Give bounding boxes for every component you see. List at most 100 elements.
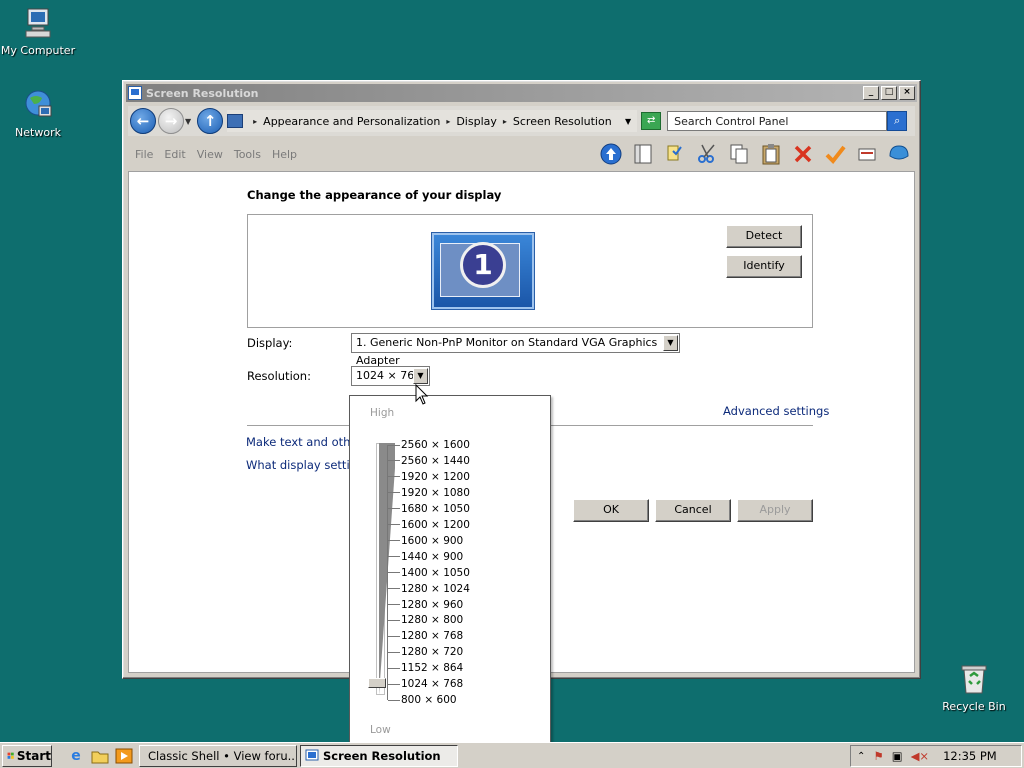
menu-file[interactable]: File (135, 148, 153, 161)
resolution-option[interactable]: 1024 × 768 (388, 677, 463, 691)
resolution-option-label: 1280 × 800 (401, 614, 464, 627)
delete-icon[interactable] (791, 142, 815, 166)
resolution-option[interactable]: 800 × 600 (388, 693, 457, 707)
checkmark-icon[interactable] (823, 142, 847, 166)
identify-button[interactable]: Identify (726, 255, 802, 278)
back-arrow-icon[interactable]: ← (130, 108, 156, 134)
page-title: Change the appearance of your display (247, 188, 502, 202)
shell-icon[interactable] (887, 142, 911, 166)
slider-tick (388, 588, 400, 590)
resolution-option[interactable]: 1920 × 1080 (388, 486, 470, 500)
resolution-option[interactable]: 2560 × 1600 (388, 438, 470, 452)
resolution-option-label: 800 × 600 (401, 694, 457, 707)
desktop-icon-my-computer[interactable]: My Computer (0, 6, 78, 57)
resolution-option[interactable]: 1600 × 1200 (388, 518, 470, 532)
address-dropdown-icon[interactable]: ▼ (625, 117, 631, 126)
menu-edit[interactable]: Edit (164, 148, 185, 161)
monitor-1-icon[interactable]: 1 (432, 233, 534, 309)
resolution-option[interactable]: 1152 × 864 (388, 661, 463, 675)
tray-expand-icon[interactable]: ⌃ (857, 751, 865, 762)
properties-icon[interactable] (855, 142, 879, 166)
recycle-bin-icon (957, 662, 991, 696)
taskbar-item-label: Classic Shell • View foru... (148, 748, 297, 763)
address-bar[interactable]: ▸ Appearance and Personalization ▸ Displ… (227, 110, 638, 132)
ok-button[interactable]: OK (573, 499, 649, 522)
paste-icon[interactable] (759, 142, 783, 166)
monitor-preview-box: 1 Detect Identify (247, 214, 813, 328)
history-dropdown-icon[interactable]: ▼ (185, 117, 191, 126)
advanced-settings-link[interactable]: Advanced settings (723, 404, 829, 418)
breadcrumb-separator-icon[interactable]: ▸ (446, 117, 450, 126)
media-player-icon[interactable] (112, 745, 136, 767)
view-options-icon[interactable] (663, 142, 687, 166)
folder-icon[interactable] (88, 745, 112, 767)
clock[interactable]: 12:35 PM (943, 749, 997, 763)
minimize-button[interactable]: _ (863, 86, 879, 100)
refresh-icon[interactable]: ⇄ (641, 112, 662, 130)
resolution-option[interactable]: 1280 × 1024 (388, 582, 470, 596)
close-button[interactable]: × (899, 86, 915, 100)
detect-button[interactable]: Detect (726, 225, 802, 248)
breadcrumb-item[interactable]: Appearance and Personalization (263, 115, 440, 128)
slider-tick (388, 619, 400, 621)
taskbar-item-label: Screen Resolution (323, 748, 441, 763)
cancel-button[interactable]: Cancel (655, 499, 731, 522)
resolution-option[interactable]: 1600 × 900 (388, 534, 463, 548)
resolution-option-label: 1152 × 864 (401, 662, 464, 675)
taskbar: Start e Classic Shell • View foru... Scr… (0, 742, 1024, 768)
resolution-option[interactable]: 1280 × 768 (388, 629, 463, 643)
resolution-option[interactable]: 1280 × 960 (388, 598, 463, 612)
resolution-label: Resolution: (247, 369, 311, 383)
desktop-icon-network[interactable]: Network (0, 88, 78, 139)
resolution-option[interactable]: 1680 × 1050 (388, 502, 470, 516)
resolution-option[interactable]: 1280 × 720 (388, 645, 463, 659)
resolution-option-label: 1280 × 768 (401, 630, 464, 643)
resolution-option-label: 2560 × 1600 (401, 439, 470, 451)
breadcrumb-item[interactable]: Display (456, 115, 497, 128)
cut-icon[interactable] (695, 142, 719, 166)
forward-arrow-icon[interactable]: → (158, 108, 184, 134)
internet-explorer-icon[interactable]: e (64, 745, 88, 767)
up-arrow-icon[interactable]: ↑ (197, 108, 224, 134)
chevron-down-icon[interactable]: ▼ (663, 335, 678, 351)
slider-tick (388, 667, 400, 669)
resolution-option[interactable]: 1920 × 1200 (388, 470, 470, 484)
breadcrumb-item[interactable]: Screen Resolution (513, 115, 612, 128)
slider-thumb[interactable] (368, 678, 386, 688)
resolution-option[interactable]: 1280 × 800 (388, 613, 463, 627)
resolution-option[interactable]: 2560 × 1440 (388, 454, 470, 468)
desktop-icon-recycle-bin[interactable]: Recycle Bin (934, 662, 1014, 713)
volume-muted-icon[interactable]: ◀× (911, 749, 929, 763)
breadcrumb-separator-icon[interactable]: ▸ (253, 117, 257, 126)
slider-tick (388, 476, 400, 478)
start-button[interactable]: Start (2, 744, 52, 767)
taskbar-item-screen-resolution[interactable]: Screen Resolution (300, 744, 458, 767)
control-panel-icon (227, 114, 244, 128)
title-bar[interactable]: Screen Resolution _ □ × (126, 84, 917, 102)
display-select[interactable]: 1. Generic Non-PnP Monitor on Standard V… (351, 333, 680, 367)
slider-tick (388, 635, 400, 637)
slider-tick (388, 683, 400, 685)
resolution-option-label: 1400 × 1050 (401, 566, 470, 579)
menu-view[interactable]: View (197, 148, 223, 161)
resolution-option[interactable]: 1440 × 900 (388, 550, 463, 564)
resolution-select[interactable]: 1024 × 768 ▼ (351, 366, 430, 386)
slider-tick (388, 699, 400, 701)
maximize-button[interactable]: □ (881, 86, 897, 100)
network-status-icon[interactable]: ▣ (892, 749, 903, 763)
up-folder-icon[interactable] (599, 142, 623, 166)
taskbar-item-chrome[interactable]: Classic Shell • View foru... (139, 744, 297, 767)
copy-icon[interactable] (727, 142, 751, 166)
chevron-down-icon[interactable]: ▼ (413, 368, 428, 384)
slider-tick (388, 604, 400, 605)
search-input[interactable]: Search Control Panel (667, 111, 888, 131)
computer-icon (21, 6, 55, 40)
folders-pane-icon[interactable] (631, 142, 655, 166)
menu-help[interactable]: Help (272, 148, 297, 161)
action-center-flag-icon[interactable]: ⚑ (873, 749, 883, 763)
search-icon[interactable]: ⌕ (887, 111, 908, 131)
resolution-option[interactable]: 1400 × 1050 (388, 566, 470, 580)
breadcrumb-separator-icon[interactable]: ▸ (503, 117, 507, 126)
menu-tools[interactable]: Tools (234, 148, 261, 161)
apply-button[interactable]: Apply (737, 499, 813, 522)
